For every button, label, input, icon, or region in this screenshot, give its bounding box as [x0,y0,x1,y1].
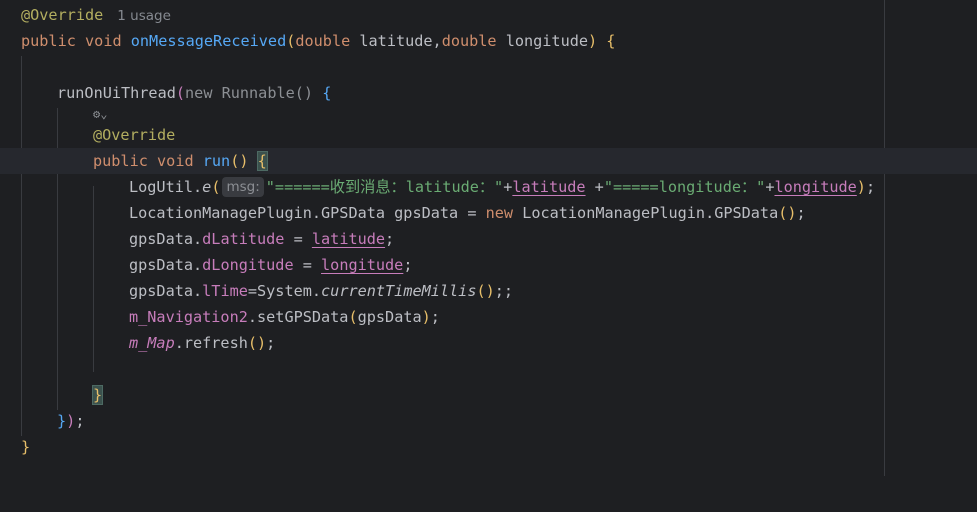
code-line[interactable]: m_Map.refresh(); [0,330,884,356]
method-name: run [202,152,231,170]
operator: = [293,256,322,274]
keyword: public [93,152,148,170]
code-line[interactable]: gpsData.dLongitude = longitude; [0,252,884,278]
method-name: onMessageReceived [130,32,287,50]
method-call: .setGPSData [247,308,349,326]
operator: + [585,178,604,196]
semicolon: ; [796,204,806,222]
usage-hint-link[interactable]: 1 usage [117,8,171,24]
brace: } [21,438,31,456]
paren: () [230,152,249,170]
semicolon: ; [385,230,395,248]
code-line-current[interactable]: public void run() { [0,148,977,174]
code-line[interactable]: }); [0,408,884,434]
captured-variable: longitude [774,178,857,196]
field: dLatitude [202,230,285,248]
method-call: runOnUiThread [57,84,176,102]
string-literal: "=====longitude：" [603,178,766,196]
semicolon: ; [865,178,876,196]
captured-variable: latitude [311,230,386,248]
brace: { [313,84,332,102]
operator: = [284,230,312,248]
method-call: .refresh [174,334,248,352]
code-editor[interactable]: @Override 1 usage public void onMessageRe… [0,0,977,476]
brace: } [57,412,67,430]
class-name: LogUtil. [129,178,203,196]
paren: () [247,334,267,352]
paren: ) [588,32,598,50]
parameter-hint: msg: [222,177,264,197]
paren: ( [348,308,358,326]
type-name: Runnable() [212,84,314,102]
parameter: longitude [496,32,588,50]
paren: ( [211,178,221,196]
annotation-override: @Override [93,126,176,144]
code-line[interactable]: @Override [0,122,884,148]
variable: gpsData. [129,230,203,248]
matched-brace: { [256,151,268,171]
code-line[interactable]: runOnUiThread(new Runnable() { [0,80,884,106]
operator: + [503,178,513,196]
code-line[interactable]: gpsData.dLatitude = latitude; [0,226,884,252]
semicolon: ;; [494,282,514,300]
parameter: latitude, [350,32,442,50]
paren: ) [66,412,76,430]
code-line[interactable]: m_Navigation2.setGPSData(gpsData); [0,304,884,330]
code-line[interactable]: @Override 1 usage [0,2,884,28]
variable: gpsData. [129,282,203,300]
string-literal: "======收到消息：latitude：" [265,178,504,196]
field: m_Navigation2 [129,308,248,326]
code-line[interactable]: LocationManagePlugin.GPSData gpsData = n… [0,200,884,226]
static-method: currentTimeMillis [321,282,477,300]
semicolon: ; [75,412,85,430]
captured-variable: longitude [321,256,404,274]
field: m_Map [129,334,175,352]
keyword: public [21,32,76,50]
variable: gpsData [357,308,422,326]
brace: { [597,32,616,50]
keyword: double [441,32,497,50]
field: dLongitude [202,256,294,274]
paren: () [778,204,797,222]
captured-variable: latitude [512,178,586,196]
keyword: new [485,204,514,222]
keyword: void [157,152,194,170]
matched-brace: } [91,385,104,405]
paren: ( [286,32,296,50]
paren: () [476,282,495,300]
lambda-convert-icon[interactable]: ⚙⌄ [93,104,119,124]
declaration: LocationManagePlugin.GPSData gpsData = [129,204,486,222]
static-method: e [202,178,212,196]
code-line[interactable]: } [0,434,884,460]
paren: ( [175,84,186,102]
right-margin-guide [884,0,885,476]
paren: ) [856,178,866,196]
type-name: LocationManagePlugin.GPSData [513,204,779,222]
keyword: void [85,32,122,50]
code-line[interactable]: public void onMessageReceived(double lat… [0,28,884,54]
code-line[interactable]: LogUtil.e(msg: "======收到消息：latitude："+lat… [0,174,884,200]
semicolon: ; [266,334,276,352]
semicolon: ; [403,256,413,274]
annotation-override: @Override [21,6,104,24]
field: lTime [202,282,248,300]
semicolon: ; [430,308,440,326]
variable: gpsData. [129,256,203,274]
keyword: double [295,32,351,50]
operator: =System. [247,282,322,300]
paren: ) [421,308,431,326]
keyword: new [185,84,213,102]
code-line[interactable]: gpsData.lTime=System.currentTimeMillis()… [0,278,884,304]
code-line[interactable]: } [0,382,884,408]
